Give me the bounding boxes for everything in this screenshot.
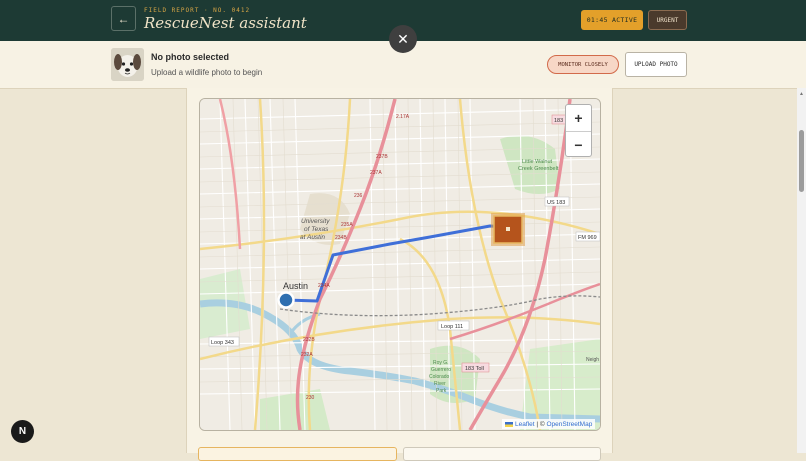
map-label-road-1: 2.17A (396, 114, 410, 120)
zoom-in-button[interactable]: + (566, 105, 591, 132)
map-label-park2-5: Park (436, 388, 447, 394)
map-label-city: Austin (283, 281, 308, 291)
photo-title: No photo selected (151, 52, 230, 62)
timer-badge: 01:45 ACTIVE (581, 10, 643, 30)
origin-marker[interactable] (277, 291, 295, 309)
map-label-park2-4: River (434, 381, 446, 387)
back-button[interactable]: ← (111, 6, 136, 31)
flag-icon (505, 421, 513, 427)
map-attribution: Leaflet | © OpenStreetMap (502, 419, 596, 429)
photo-thumbnail (111, 48, 144, 81)
map-label-park2-3: Colorado (429, 374, 450, 380)
map-label-fm969: FM 969 (578, 235, 597, 241)
map-label-road-6: 234B (335, 235, 347, 241)
map-label-university-3: at Austin (300, 234, 325, 241)
urgent-button[interactable]: URGENT (648, 10, 687, 30)
osm-link[interactable]: OpenStreetMap (546, 421, 592, 428)
map-label-neigh: Neigh (586, 357, 599, 363)
assistant-fab[interactable]: N (11, 420, 34, 443)
leaflet-link[interactable]: Leaflet (515, 421, 535, 428)
route-map[interactable]: Austin University of Texas at Austin Lit… (199, 98, 601, 431)
zoom-out-button[interactable]: − (566, 132, 591, 158)
map-label-road-10: 230 (306, 395, 315, 401)
map-label-road-4: 236 (354, 193, 363, 199)
dog-face-icon (111, 48, 144, 81)
map-label-university-2: of Texas (304, 226, 329, 233)
report-eyebrow: FIELD REPORT · NO. 0412 (144, 7, 251, 14)
map-label-park-1: Little Walnut (522, 159, 553, 165)
map-label-road-9: 232A (301, 352, 313, 358)
scroll-up-arrow[interactable]: ▲ (799, 91, 804, 97)
upload-photo-button[interactable]: UPLOAD PHOTO (625, 52, 687, 77)
option-card-selected[interactable] (198, 447, 397, 461)
attribution-separator: | © (534, 420, 547, 428)
close-icon: ✕ (397, 30, 409, 47)
map-canvas: Austin University of Texas at Austin Lit… (200, 99, 600, 430)
map-label-loop111: Loop 111 (441, 324, 463, 330)
map-label-park2-2: Guerrero (431, 367, 451, 373)
map-label-us183: US 183 (547, 200, 565, 206)
photo-subtitle: Upload a wildlife photo to begin (151, 68, 263, 77)
option-card[interactable] (403, 447, 601, 461)
destination-marker[interactable] (491, 213, 525, 246)
status-badge: MONITOR CLOSELY (547, 55, 619, 74)
arrow-left-icon: ← (117, 11, 130, 26)
map-label-toll183: 183 Toll (465, 366, 484, 372)
map-label-park2-1: Roy G. (433, 360, 449, 366)
map-label-road-8: 232B (303, 337, 315, 343)
map-label-university-1: University (301, 218, 330, 225)
map-label-park-2: Creek Greenbelt (518, 166, 559, 172)
app-title: RescueNest assistant (144, 14, 307, 32)
close-button[interactable]: ✕ (389, 25, 417, 53)
map-label-road-3: 237A (370, 170, 382, 176)
map-label-road-5: 235A (341, 222, 353, 228)
map-label-road-2: 237B (376, 154, 388, 160)
map-label-road-7: 234A (318, 283, 330, 289)
scrollbar-thumb[interactable] (799, 130, 804, 192)
map-label-shield183: 183 (554, 118, 563, 124)
zoom-control: + − (565, 104, 592, 157)
map-label-loop343: Loop 343 (211, 340, 234, 346)
